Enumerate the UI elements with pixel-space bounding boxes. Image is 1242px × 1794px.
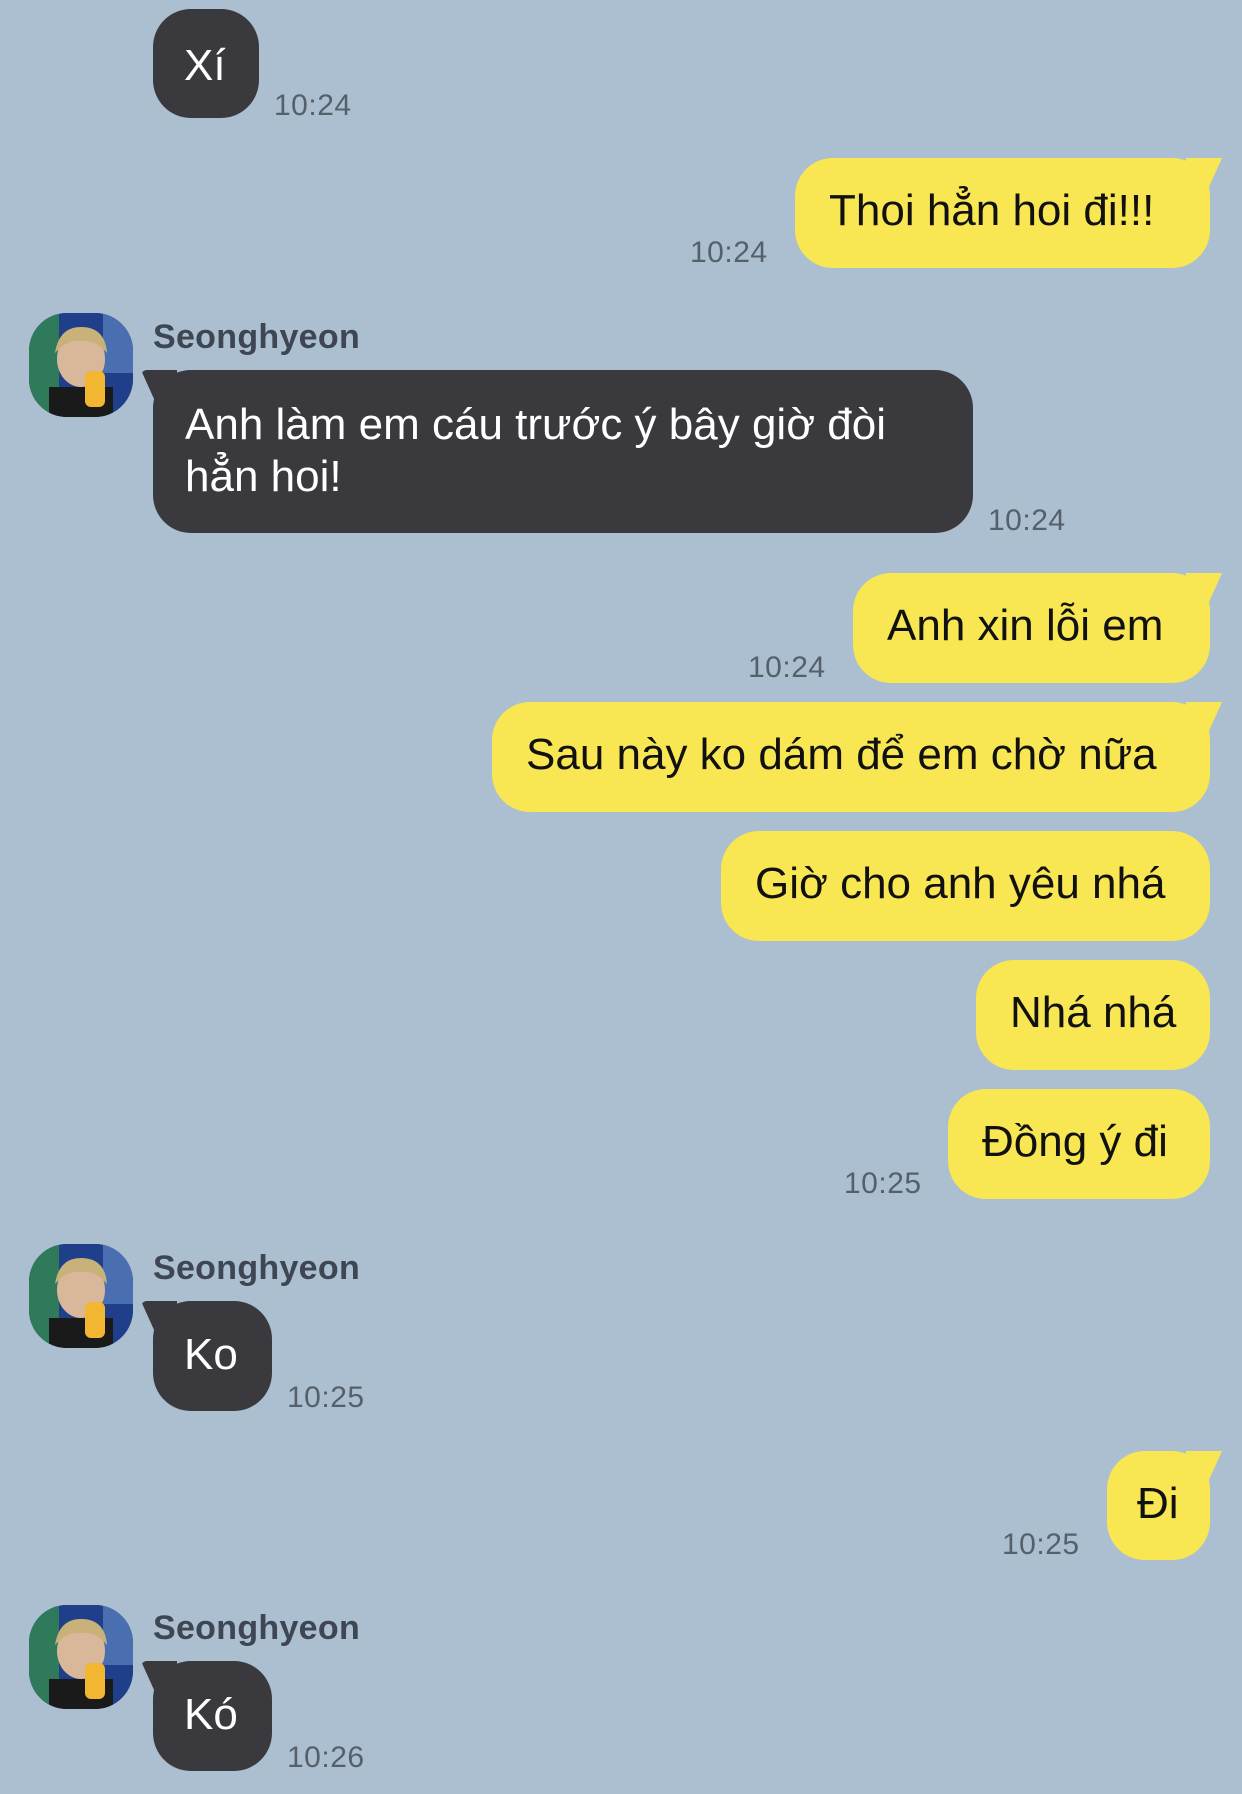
incoming-message-bubble[interactable]: Xí [153, 9, 259, 118]
outgoing-message-bubble[interactable]: Đi [1107, 1451, 1222, 1560]
incoming-message-bubble[interactable]: Ko [141, 1301, 272, 1411]
outgoing-message-bubble[interactable]: Sau này ko dám để em chờ nữa [492, 702, 1222, 812]
message-text: Anh làm em cáu trước ý bây giờ đòi hẳn h… [185, 400, 886, 501]
message-timestamp: 10:24 [274, 89, 352, 122]
avatar-photo-icon [29, 1605, 133, 1709]
bubble-tail [141, 1301, 177, 1333]
message-text: Anh xin lỗi em [887, 601, 1164, 650]
message-text: Ko [184, 1330, 238, 1379]
sender-avatar[interactable] [29, 313, 133, 417]
bubble-tail [1186, 1451, 1222, 1483]
bubble-tail [1186, 158, 1222, 190]
bubble-tail [141, 1661, 177, 1693]
sender-name: Seonghyeon [153, 1249, 361, 1287]
sender-name: Seonghyeon [153, 318, 361, 356]
avatar-photo-icon [29, 313, 133, 417]
message-timestamp: 10:26 [287, 1741, 365, 1774]
outgoing-message-bubble[interactable]: Anh xin lỗi em [853, 573, 1222, 683]
outgoing-message-bubble[interactable]: Nhá nhá [976, 960, 1210, 1070]
sender-avatar[interactable] [29, 1244, 133, 1348]
message-timestamp: 10:25 [1002, 1528, 1080, 1561]
sender-avatar[interactable] [29, 1605, 133, 1709]
incoming-message-bubble[interactable]: Kó [141, 1661, 272, 1771]
message-timestamp: 10:24 [988, 504, 1066, 537]
message-text: Giờ cho anh yêu nhá [755, 859, 1166, 908]
message-timestamp: 10:24 [748, 651, 826, 684]
avatar-photo-icon [29, 1244, 133, 1348]
outgoing-message-bubble[interactable]: Thoi hẳn hoi đi!!! [795, 158, 1222, 268]
outgoing-message-bubble[interactable]: Đồng ý đi [948, 1089, 1210, 1199]
outgoing-message-bubble[interactable]: Giờ cho anh yêu nhá [721, 831, 1210, 941]
sender-name: Seonghyeon [153, 1609, 361, 1647]
message-timestamp: 10:24 [690, 236, 768, 269]
message-timestamp: 10:25 [844, 1167, 922, 1200]
incoming-message-bubble[interactable]: Anh làm em cáu trước ý bây giờ đòi hẳn h… [141, 370, 973, 533]
message-text: Sau này ko dám để em chờ nữa [526, 730, 1157, 779]
message-timestamp: 10:25 [287, 1381, 365, 1414]
message-text: Kó [184, 1690, 238, 1739]
message-text: Đi [1137, 1479, 1179, 1528]
bubble-tail [1186, 702, 1222, 734]
bubble-tail [141, 370, 177, 402]
message-text: Đồng ý đi [982, 1117, 1168, 1166]
message-text: Nhá nhá [1010, 988, 1177, 1037]
message-text: Thoi hẳn hoi đi!!! [829, 186, 1155, 235]
message-text: Xí [184, 41, 226, 90]
bubble-tail [1186, 573, 1222, 605]
